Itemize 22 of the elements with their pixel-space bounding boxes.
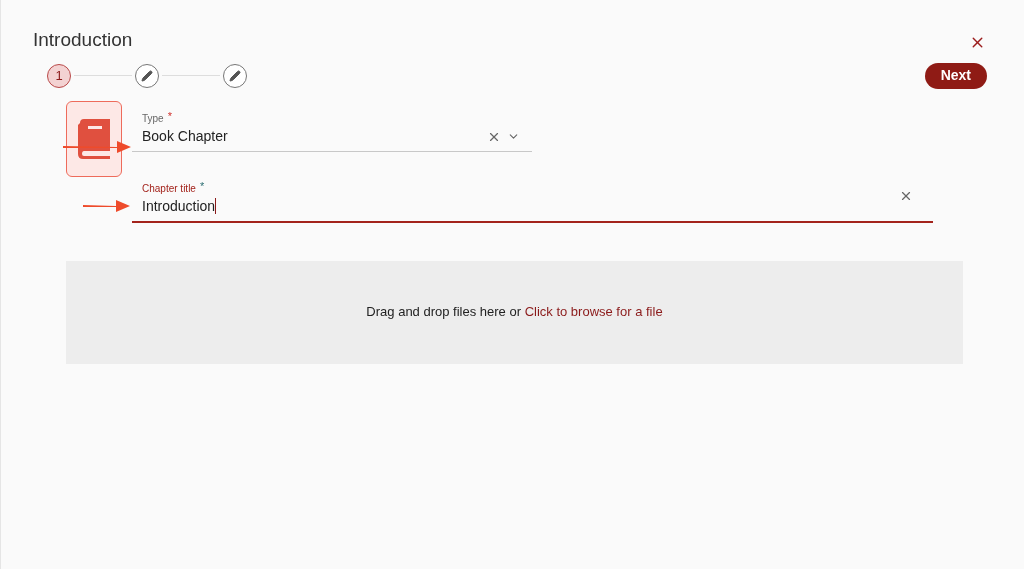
annotation-arrow-icon [63, 140, 131, 154]
step-indicator[interactable]: 1 [47, 63, 71, 88]
field-label: Type [142, 111, 164, 126]
pencil-icon [141, 69, 153, 82]
field-value: Introduction [142, 196, 216, 216]
file-dropzone[interactable]: Drag and drop files here or Click to browse for a file [66, 260, 963, 364]
next-button[interactable]: Next [924, 62, 987, 89]
step-edit-button[interactable] [135, 63, 159, 88]
step-edit-button[interactable] [223, 63, 247, 88]
pencil-icon [229, 69, 241, 82]
chapter-title-field[interactable]: Chapter title * Introduction [132, 180, 933, 223]
dialog-title: Introduction [33, 28, 133, 52]
field-value: Book Chapter [142, 126, 228, 146]
book-chapter-tile[interactable] [66, 100, 122, 177]
book-icon [76, 118, 112, 159]
browse-link[interactable]: Click to browse for a file [524, 304, 663, 320]
dropzone-text: Drag and drop files here or Click to browse for a file [366, 303, 663, 322]
required-marker: * [199, 180, 205, 192]
field-label: Chapter title [142, 181, 196, 196]
required-marker: * [167, 110, 172, 122]
type-select[interactable]: Type * Book Chapter [132, 110, 532, 152]
annotation-arrow-icon [83, 198, 130, 213]
